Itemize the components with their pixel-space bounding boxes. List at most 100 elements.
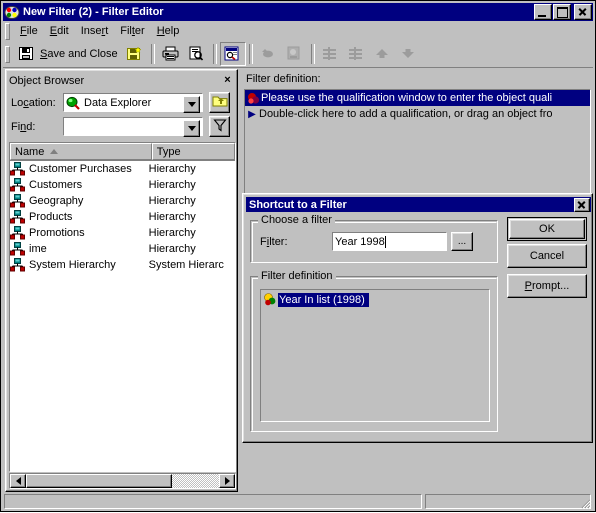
column-header-type[interactable]: Type — [151, 143, 235, 160]
table-row[interactable]: Promotions Hierarchy — [10, 225, 235, 241]
toolbar-separator — [248, 44, 253, 64]
shortcut-to-filter-dialog: Shortcut to a Filter Choose a filter Fil… — [242, 193, 593, 443]
resize-grip-icon[interactable] — [579, 497, 592, 510]
object-list-hscrollbar[interactable] — [9, 473, 236, 489]
dialog-titlebar[interactable]: Shortcut to a Filter — [246, 197, 591, 212]
print-preview-button[interactable] — [183, 42, 210, 66]
dialog-definition-listbox[interactable]: Year In list (1998) — [260, 289, 490, 422]
status-bar-left-panel — [4, 494, 422, 509]
cloud-icon — [260, 46, 278, 63]
dialog-definition-item[interactable]: Year In list (1998) — [261, 292, 489, 308]
status-bar — [3, 493, 593, 510]
dialog-close-button[interactable] — [574, 197, 590, 212]
dialog-definition-item-text: Year In list (1998) — [278, 293, 369, 307]
dialog-filter-definition-group: Filter definition Year In list (1998) — [250, 270, 498, 432]
find-label: Find: — [11, 120, 36, 133]
print-button[interactable] — [157, 42, 184, 66]
scroll-left-button[interactable] — [10, 474, 26, 488]
table-row[interactable]: Customers Hierarchy — [10, 177, 235, 193]
palette-icon — [4, 5, 20, 20]
column-header-name[interactable]: Name — [10, 143, 152, 160]
hscroll-track[interactable] — [26, 474, 219, 488]
object-browser-toggle-button[interactable] — [219, 42, 246, 66]
floppy-disk-star-icon — [126, 46, 144, 63]
table-row[interactable]: Products Hierarchy — [10, 209, 235, 225]
apply-find-filter-button[interactable] — [209, 116, 230, 137]
align-icon — [322, 46, 340, 63]
menu-insert[interactable]: Insert — [75, 23, 115, 39]
save-and-close-button[interactable]: Save and Close — [14, 42, 122, 66]
table-row[interactable]: ime Hierarchy — [10, 241, 235, 257]
row-name: ime — [29, 243, 47, 255]
window-title: New Filter (2) - Filter Editor — [23, 6, 164, 18]
blue-arrow-bullet-icon: ▶ — [248, 108, 256, 120]
up-folder-button[interactable] — [209, 92, 230, 113]
row-type: System Hierarc — [148, 259, 224, 271]
align-one-button — [317, 42, 344, 66]
find-row: Find: — [11, 116, 235, 137]
browse-filter-button[interactable]: ... — [451, 232, 473, 251]
row-name: Customers — [29, 179, 83, 191]
save-and-close-label: Save and Close — [40, 48, 118, 60]
row-name: System Hierarchy — [29, 259, 116, 271]
move-down-button — [395, 42, 422, 66]
filter-field-label: Filter: — [260, 236, 288, 248]
status-bar-left-text — [5, 495, 8, 507]
floppy-disk-icon — [18, 46, 36, 63]
table-row[interactable]: Customer Purchases Hierarchy — [10, 161, 235, 177]
row-name: Customer Purchases — [29, 163, 132, 175]
menu-help[interactable]: Help — [151, 23, 186, 39]
row-name: Geography — [29, 195, 84, 207]
prompt-button[interactable]: Prompt... — [507, 274, 587, 298]
filter-text-value: Year 1998 — [335, 235, 385, 248]
window-titlebar[interactable]: New Filter (2) - Filter Editor — [3, 3, 593, 21]
ok-button[interactable]: OK — [509, 219, 585, 239]
row-type: Hierarchy — [148, 163, 196, 175]
printer-icon — [162, 46, 180, 63]
location-dropdown-arrow[interactable] — [183, 96, 200, 113]
menu-filter[interactable]: Filter — [114, 23, 150, 39]
qualification-selected-row[interactable]: Please use the qualification window to e… — [245, 90, 590, 106]
filter-object-icon — [245, 92, 261, 105]
filter-editor-window: New Filter (2) - Filter Editor File Edit… — [0, 0, 596, 512]
prompt-icon — [286, 46, 304, 63]
object-browser-pane: Object Browser × Location: Data Explorer — [5, 69, 238, 492]
row-type: Hierarchy — [148, 179, 196, 191]
object-list[interactable]: Name Type Customer Purchases Hierarchy Cus… — [9, 142, 236, 472]
hierarchy-icon — [10, 161, 26, 177]
magnifier-page-icon — [188, 46, 206, 63]
align-icon — [348, 46, 366, 63]
menubar-grip[interactable] — [5, 22, 10, 40]
hierarchy-icon — [10, 241, 26, 257]
location-combobox[interactable]: Data Explorer — [63, 93, 203, 113]
table-row[interactable]: Geography Hierarchy — [10, 193, 235, 209]
object-browser-icon — [224, 46, 242, 63]
menu-edit[interactable]: Edit — [44, 23, 75, 39]
hierarchy-icon — [10, 225, 26, 241]
qualification-hint-text: Double-click here to add a qualification… — [259, 108, 553, 120]
data-explorer-icon — [64, 96, 81, 110]
hierarchy-icon — [10, 177, 26, 193]
close-button[interactable] — [574, 4, 592, 20]
table-row[interactable]: System Hierarchy System Hierarc — [10, 257, 235, 273]
scroll-right-button[interactable] — [219, 474, 235, 488]
filter-definition-label: Filter definition: — [246, 73, 321, 85]
column-header-name-label: Name — [15, 145, 45, 158]
toolbar-separator — [150, 44, 155, 64]
minimize-button[interactable] — [534, 4, 552, 20]
toolbar-grip[interactable] — [5, 45, 10, 63]
filter-text-input[interactable]: Year 1998 — [332, 232, 447, 251]
cancel-button[interactable]: Cancel — [507, 244, 587, 268]
hscroll-thumb[interactable] — [26, 474, 172, 488]
find-combobox[interactable] — [63, 117, 203, 137]
dialog-title: Shortcut to a Filter — [249, 198, 347, 211]
object-browser-title: Object Browser — [9, 75, 85, 87]
qualification-hint-row[interactable]: ▶ Double-click here to add a qualificati… — [245, 106, 590, 122]
column-header-type-label: Type — [156, 145, 181, 158]
save-as-button[interactable] — [121, 42, 148, 66]
menu-file[interactable]: File — [14, 23, 44, 39]
maximize-button[interactable] — [553, 4, 571, 20]
find-dropdown-arrow[interactable] — [183, 120, 200, 137]
object-browser-close-icon[interactable]: × — [221, 74, 234, 88]
row-name: Promotions — [29, 227, 85, 239]
